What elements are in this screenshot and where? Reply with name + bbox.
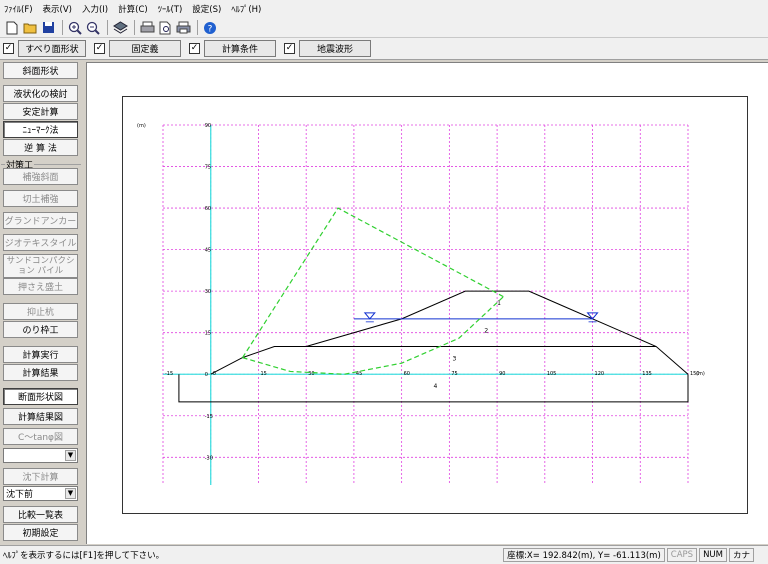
x-tick-label: 120 — [595, 371, 605, 377]
zoom-in-icon[interactable] — [67, 20, 83, 36]
result-figure-button[interactable]: 計算結果図 — [3, 408, 78, 425]
y-tick-label: 45 — [205, 248, 211, 254]
layers-icon[interactable] — [112, 20, 128, 36]
toolbar-separator — [134, 20, 135, 35]
x-tick-label: 15 — [260, 371, 266, 377]
menu-view[interactable]: 表示(V) — [43, 3, 72, 15]
section-chart-frame: -15 0 15 30 45 60 75 90 105 120 135 150 -30 -15 0 15 30 4… — [122, 96, 748, 514]
menu-calc[interactable]: 計算(C) — [118, 3, 148, 15]
x-tick-label: 90 — [499, 371, 505, 377]
fixed-def-button[interactable]: 固定義 — [109, 40, 181, 57]
y-tick-label: 0 — [205, 372, 208, 378]
y-tick-label: 75 — [205, 165, 211, 171]
frame-button[interactable]: のり枠工 — [3, 321, 78, 338]
x-tick-label: 75 — [451, 371, 457, 377]
status-coords: 座標:X= 192.842(m), Y= -61.113(m) — [503, 548, 665, 562]
y-tick-label: 15 — [205, 331, 211, 337]
toolbar-separator — [197, 20, 198, 35]
status-kana: カナ — [728, 548, 754, 562]
printer-setup-icon[interactable] — [175, 20, 191, 36]
stability-button[interactable]: 安定計算 — [3, 103, 78, 120]
menu-input[interactable]: 入力(I) — [82, 3, 108, 15]
inverse-button[interactable]: 逆 算 法 — [3, 139, 78, 156]
sidebar: 斜面形状 液状化の検討 安定計算 ﾆｭｰﾏｰｸ法 逆 算 法 対策工 補強斜面 … — [0, 60, 84, 544]
y-tick-label: 60 — [205, 206, 211, 212]
calc-result-button[interactable]: 計算結果 — [3, 364, 78, 381]
y-tick-label: -30 — [205, 455, 213, 461]
x-tick-label: 135 — [642, 371, 652, 377]
compare-table-button[interactable]: 比較一覧表 — [3, 506, 78, 523]
settle-state-select[interactable]: 沈下前 ▼ — [3, 486, 78, 501]
status-caps: CAPS — [666, 548, 698, 562]
checkbox-seismic-wave[interactable]: ✓ — [284, 43, 295, 54]
drawing-area[interactable]: -15 0 15 30 45 60 75 90 105 120 135 150 -30 -15 0 15 30 4… — [86, 62, 768, 544]
section-figure-button[interactable]: 断面形状図 — [3, 388, 78, 405]
checkbox-fixed-def[interactable]: ✓ — [94, 43, 105, 54]
geotextile-button[interactable]: ジオテキスタイル — [3, 234, 78, 251]
slip-surface-arc — [242, 296, 504, 375]
new-file-icon[interactable] — [4, 20, 20, 36]
status-bar: ﾍﾙﾌﾟを表示するには[F1]を押して下さい。 座標:X= 192.842(m)… — [0, 545, 768, 564]
newmark-button[interactable]: ﾆｭｰﾏｰｸ法 — [3, 121, 78, 138]
open-folder-icon[interactable] — [22, 20, 38, 36]
layer-number-label: 3 — [453, 355, 457, 362]
cut-reinforce-button[interactable]: 切土補強 — [3, 190, 78, 207]
y-unit-label: (m) — [137, 123, 146, 129]
settle-state-value: 沈下前 — [6, 490, 34, 500]
seismic-wave-button[interactable]: 地震波形 — [299, 40, 371, 57]
chevron-down-icon[interactable]: ▼ — [65, 488, 76, 499]
toolbar-separator — [107, 20, 108, 35]
liquefaction-button[interactable]: 液状化の検討 — [3, 85, 78, 102]
ctan-figure-button[interactable]: C〜tanφ図 — [3, 428, 78, 445]
menu-settings[interactable]: 設定(S) — [192, 3, 221, 15]
toolbar-separator — [62, 20, 63, 35]
x-tick-label: 105 — [547, 371, 557, 377]
reinforced-slope-button[interactable]: 補強斜面 — [3, 168, 78, 185]
figure-select[interactable]: ▼ — [3, 448, 78, 463]
save-icon[interactable] — [40, 20, 56, 36]
x-tick-label: -15 — [165, 371, 173, 377]
sand-compaction-button[interactable]: サンドコンパクション パイル — [3, 254, 78, 278]
initial-settings-button[interactable]: 初期設定 — [3, 524, 78, 541]
settle-calc-button[interactable]: 沈下計算 — [3, 468, 78, 485]
x-tick-label: 60 — [404, 371, 410, 377]
layer-number-label: 1 — [497, 300, 501, 307]
y-tick-label: 90 — [205, 123, 211, 129]
print-icon[interactable] — [139, 20, 155, 36]
x-unit-label: (m) — [696, 371, 705, 377]
zoom-out-icon[interactable] — [85, 20, 101, 36]
chevron-down-icon[interactable]: ▼ — [65, 450, 76, 461]
print-preview-icon[interactable] — [157, 20, 173, 36]
slip-shape-button[interactable]: すべり面形状 — [18, 40, 86, 57]
y-tick-label: 30 — [205, 289, 211, 295]
svg-text:?: ? — [208, 24, 213, 34]
run-calc-button[interactable]: 計算実行 — [3, 346, 78, 363]
counterweight-button[interactable]: 押さえ盛土 — [3, 278, 78, 295]
checkbox-calc-cond[interactable]: ✓ — [189, 43, 200, 54]
menu-tools[interactable]: ﾂｰﾙ(T) — [158, 3, 183, 15]
checkbox-slip-shape[interactable]: ✓ — [3, 43, 14, 54]
layer-number-label: 2 — [484, 328, 488, 335]
toolbar: ? — [0, 18, 768, 38]
section-chart: -15 0 15 30 45 60 75 90 105 120 135 150-30-15015304… — [137, 123, 705, 485]
layer-number-label: 4 — [433, 383, 437, 390]
y-tick-label: -15 — [205, 414, 213, 420]
water-level-marker — [363, 312, 376, 320]
menu-file[interactable]: ﾌｧｲﾙ(F) — [4, 3, 33, 15]
piles-button[interactable]: 抑止杭 — [3, 303, 78, 320]
help-icon[interactable]: ? — [202, 20, 218, 36]
ground-anchor-button[interactable]: グランドアンカー — [3, 212, 78, 229]
calc-cond-button[interactable]: 計算条件 — [204, 40, 276, 57]
slip-surface-line — [242, 207, 504, 358]
slope-shape-button[interactable]: 斜面形状 — [3, 62, 78, 79]
option-bar: ✓ すべり面形状 ✓ 固定義 ✓ 計算条件 ✓ 地震波形 — [0, 38, 768, 60]
menu-bar: ﾌｧｲﾙ(F) 表示(V) 入力(I) 計算(C) ﾂｰﾙ(T) 設定(S) ﾍ… — [0, 0, 768, 18]
menu-help[interactable]: ﾍﾙﾌﾟ(H) — [231, 3, 261, 15]
status-num: NUM — [699, 548, 727, 562]
status-help-text: ﾍﾙﾌﾟを表示するには[F1]を押して下さい。 — [3, 551, 165, 561]
